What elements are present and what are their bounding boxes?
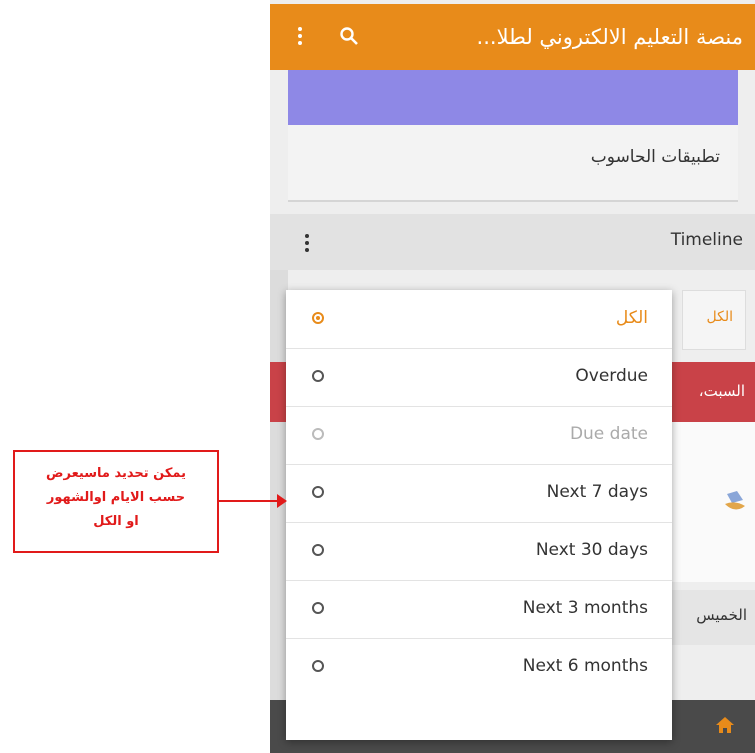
- callout-line: حسب الايام اوالشهور: [46, 490, 186, 505]
- filter-button-label: الكل: [706, 309, 734, 325]
- home-icon[interactable]: [715, 716, 735, 734]
- menu-option-all[interactable]: الكل: [286, 290, 672, 349]
- radio-icon: [312, 370, 324, 382]
- timeline-header: Timeline: [270, 214, 755, 270]
- menu-option-due-date: Due date: [286, 406, 672, 465]
- file-icon: [725, 491, 745, 510]
- menu-option-label: Due date: [569, 424, 648, 444]
- annotation-callout: يمكن تحديد ماسيعرض حسب الايام اوالشهور ا…: [13, 450, 219, 553]
- menu-footer: [286, 696, 672, 740]
- menu-option-overdue[interactable]: Overdue: [286, 348, 672, 407]
- annotation-arrow-head: [277, 494, 287, 508]
- more-options-icon[interactable]: [296, 27, 304, 49]
- day-header-thursday: الخميس: [670, 590, 755, 645]
- callout-line: يمكن تحديد ماسيعرض: [46, 466, 186, 481]
- callout-line: او الكل: [93, 514, 139, 529]
- menu-option-label: Overdue: [575, 366, 648, 386]
- menu-option-label: الكل: [615, 308, 648, 328]
- course-card[interactable]: تطبيقات الحاسوب: [288, 125, 738, 202]
- filter-dropdown-button[interactable]: الكل: [682, 290, 746, 350]
- menu-option-label: Next 3 months: [522, 598, 648, 618]
- search-icon[interactable]: [340, 27, 358, 45]
- annotation-arrow-line: [219, 500, 279, 502]
- menu-option-label: Next 6 months: [522, 656, 648, 676]
- radio-selected-icon: [312, 312, 324, 324]
- menu-option-next-6-months[interactable]: Next 6 months: [286, 638, 672, 697]
- day-header-label: السبت،: [698, 382, 745, 400]
- course-name: تطبيقات الحاسوب: [590, 147, 720, 167]
- radio-icon: [312, 660, 324, 672]
- day-header-label: الخميس: [696, 606, 747, 624]
- menu-option-next-7-days[interactable]: Next 7 days: [286, 464, 672, 523]
- timeline-label: Timeline: [670, 230, 743, 250]
- app-bar: منصة التعليم الالكتروني لطلا...: [270, 4, 755, 70]
- radio-icon: [312, 486, 324, 498]
- course-banner: [288, 70, 738, 125]
- menu-option-label: Next 30 days: [535, 540, 648, 560]
- radio-icon: [312, 602, 324, 614]
- phone-screen: منصة التعليم الالكتروني لطلا... تطبيقات …: [270, 0, 755, 753]
- app-title: منصة التعليم الالكتروني لطلا...: [476, 25, 743, 49]
- menu-option-next-3-months[interactable]: Next 3 months: [286, 580, 672, 639]
- date-filter-menu: الكل Overdue Due date Next 7 days Next 3…: [286, 290, 672, 740]
- radio-icon: [312, 544, 324, 556]
- radio-icon: [312, 428, 324, 440]
- callout-text: يمكن تحديد ماسيعرض حسب الايام اوالشهور ا…: [15, 462, 217, 534]
- timeline-menu-icon[interactable]: [303, 234, 309, 255]
- menu-option-next-30-days[interactable]: Next 30 days: [286, 522, 672, 581]
- menu-option-label: Next 7 days: [546, 482, 648, 502]
